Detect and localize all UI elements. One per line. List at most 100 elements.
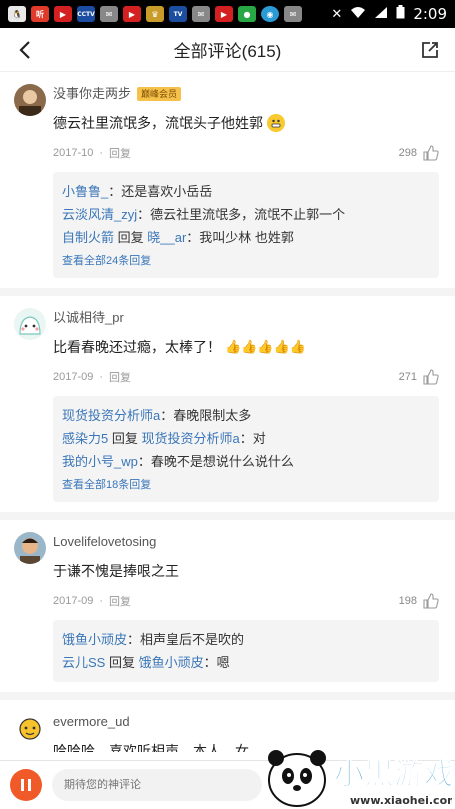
reply-text: ：我叫少林 也姓郭 — [186, 230, 294, 245]
comment-date: 2017-09 — [53, 371, 94, 383]
mail-icon: ✉ — [100, 6, 118, 22]
reply-text: ：嗯 — [203, 655, 230, 670]
reply-box: 现货投资分析师a：春晚限制太多 感染力5 回复 现货投资分析师a：对 我的小号_… — [53, 396, 439, 502]
reply-box: 饿鱼小顽皮：相声皇后不是吹的 云儿SS 回复 饿鱼小顽皮：嗯 — [53, 620, 439, 682]
vip-badge: 巅峰会员 — [137, 87, 182, 101]
like-count: 271 — [398, 371, 417, 383]
crest-icon: ♛ — [146, 6, 164, 22]
like-count: 298 — [398, 147, 417, 159]
comment-item: 以诚相待_pr 比看春晚还过瘾，太棒了！ 👍👍👍👍👍 2017-09 · 回复 … — [0, 296, 455, 520]
pause-button[interactable] — [10, 769, 42, 801]
reply-button[interactable]: 回复 — [109, 593, 131, 609]
ting-icon: 听 — [31, 6, 49, 22]
reply-text: ：相声皇后不是吹的 — [127, 632, 245, 647]
like-button[interactable]: 298 — [399, 145, 439, 161]
avatar[interactable] — [14, 712, 46, 744]
comment-text: 哈哈哈，喜欢听相声。本人，女。 — [53, 743, 263, 752]
thumbs-up-icon — [423, 145, 439, 161]
comment-item: Lovelifelovetosing 于谦不愧是捧哏之王 2017-09 · 回… — [0, 520, 455, 700]
browser-icon: ◉ — [261, 6, 279, 22]
reply-item: 饿鱼小顽皮：相声皇后不是吹的 — [62, 628, 430, 651]
comment-content: 于谦不愧是捧哏之王 — [53, 560, 439, 582]
comment-meta: 2017-10 · 回复 298 — [53, 144, 439, 162]
avatar[interactable] — [14, 84, 46, 116]
comment-username[interactable]: evermore_ud — [53, 712, 130, 732]
bottom-bar — [0, 760, 455, 809]
battery-icon — [396, 5, 405, 23]
reply-author[interactable]: 现货投资分析师a — [62, 408, 160, 423]
comment-date: 2017-09 — [53, 595, 94, 607]
grin-icon — [267, 114, 285, 132]
wifi-icon — [350, 6, 366, 23]
reply-text: ：还是喜欢小岳岳 — [108, 184, 213, 199]
clock: 2:09 — [413, 5, 447, 23]
comment-content: 哈哈哈，喜欢听相声。本人，女。 — [53, 740, 439, 752]
thumbs-up-icon — [423, 369, 439, 385]
reply-item: 自制火箭 回复 晓__ar：我叫少林 也姓郭 — [62, 226, 430, 249]
comment-date: 2017-10 — [53, 147, 94, 159]
reply-item: 感染力5 回复 现货投资分析师a：对 — [62, 427, 430, 450]
comment-meta: 2017-09 · 回复 198 — [53, 592, 439, 610]
comment-text: 比看春晚还过瘾，太棒了！ — [53, 339, 221, 355]
reply-author[interactable]: 饿鱼小顽皮 — [62, 632, 127, 647]
pause-icon-bar — [28, 779, 31, 791]
status-right: ✕ 2:09 — [331, 5, 447, 23]
comment-input[interactable] — [52, 769, 262, 801]
meta-separator: · — [99, 147, 104, 159]
reply-author[interactable]: 云儿SS — [62, 655, 105, 670]
view-all-replies-link[interactable]: 查看全部18条回复 — [62, 476, 430, 494]
reply-item: 小鲁鲁_：还是喜欢小岳岳 — [62, 180, 430, 203]
share-button[interactable] — [417, 37, 443, 63]
pause-icon-bar — [21, 779, 24, 791]
comment-username[interactable]: 以诚相待_pr — [53, 308, 124, 328]
avatar[interactable] — [14, 532, 46, 564]
comment-meta: 2017-09 · 回复 271 — [53, 368, 439, 386]
like-count: 198 — [398, 595, 417, 607]
reply-author[interactable]: 我的小号_wp — [62, 454, 138, 469]
reply-box: 小鲁鲁_：还是喜欢小岳岳 云淡风清_zyj：德云社里流氓多，流氓不止郭一个 自制… — [53, 172, 439, 278]
video-icon: ▶ — [215, 6, 233, 22]
avatar[interactable] — [14, 308, 46, 340]
video-icon: ▶ — [54, 6, 72, 22]
qq-icon: 🐧 — [8, 6, 26, 22]
thumbs-up-emojis: 👍👍👍👍👍 — [225, 339, 306, 354]
reply-target[interactable]: 晓__ar — [147, 230, 186, 245]
reply-target[interactable]: 现货投资分析师a — [141, 431, 239, 446]
cctv-icon: CCTV — [77, 6, 95, 22]
reply-author[interactable]: 感染力5 — [62, 431, 108, 446]
view-all-replies-link[interactable]: 查看全部24条回复 — [62, 252, 430, 270]
back-button[interactable] — [10, 36, 40, 64]
reply-text: ：对 — [239, 431, 266, 446]
reply-item: 云淡风清_zyj：德云社里流氓多，流氓不止郭一个 — [62, 203, 430, 226]
reply-button[interactable]: 回复 — [109, 145, 131, 161]
chevron-left-icon — [19, 41, 30, 59]
reply-author[interactable]: 自制火箭 — [62, 230, 114, 245]
reply-connector: 回复 — [108, 431, 142, 446]
comment-text: 于谦不愧是捧哏之王 — [53, 563, 179, 579]
notification-icons: 🐧 听 ▶ CCTV ✉ ▶ ♛ TV ✉ ▶ ● ◉ ✉ — [8, 6, 302, 22]
comment-item: evermore_ud 哈哈哈，喜欢听相声。本人，女。 2017-09 · 回复… — [0, 700, 455, 752]
comment-username[interactable]: 没事你走两步 — [53, 84, 131, 104]
reply-connector: 回复 — [105, 655, 139, 670]
reply-target[interactable]: 饿鱼小顽皮 — [139, 655, 204, 670]
reply-item: 现货投资分析师a：春晚限制太多 — [62, 404, 430, 427]
reply-author[interactable]: 云淡风清_zyj — [62, 207, 137, 222]
mail-icon: ✉ — [192, 6, 210, 22]
reply-author[interactable]: 小鲁鲁_ — [62, 184, 108, 199]
reply-text: ：春晚不是想说什么说什么 — [137, 454, 294, 469]
reply-text: ：春晚限制太多 — [160, 408, 252, 423]
like-button[interactable]: 198 — [399, 593, 439, 609]
comment-item: 没事你走两步 巅峰会员 德云社里流氓多，流氓头子他姓郭 2017-10 · 回复… — [0, 72, 455, 296]
reply-button[interactable]: 回复 — [109, 369, 131, 385]
reply-item: 云儿SS 回复 饿鱼小顽皮：嗯 — [62, 651, 430, 674]
cellular-icon — [374, 6, 388, 23]
meta-separator: · — [99, 371, 104, 383]
comment-username[interactable]: Lovelifelovetosing — [53, 532, 156, 552]
cctv-icon: TV — [169, 6, 187, 22]
reply-text: ：德云社里流氓多，流氓不止郭一个 — [137, 207, 346, 222]
thumbs-up-icon — [423, 593, 439, 609]
qq-icon: ● — [238, 6, 256, 22]
comment-list[interactable]: 没事你走两步 巅峰会员 德云社里流氓多，流氓头子他姓郭 2017-10 · 回复… — [0, 72, 455, 752]
comment-content: 德云社里流氓多，流氓头子他姓郭 — [53, 112, 439, 134]
like-button[interactable]: 271 — [399, 369, 439, 385]
